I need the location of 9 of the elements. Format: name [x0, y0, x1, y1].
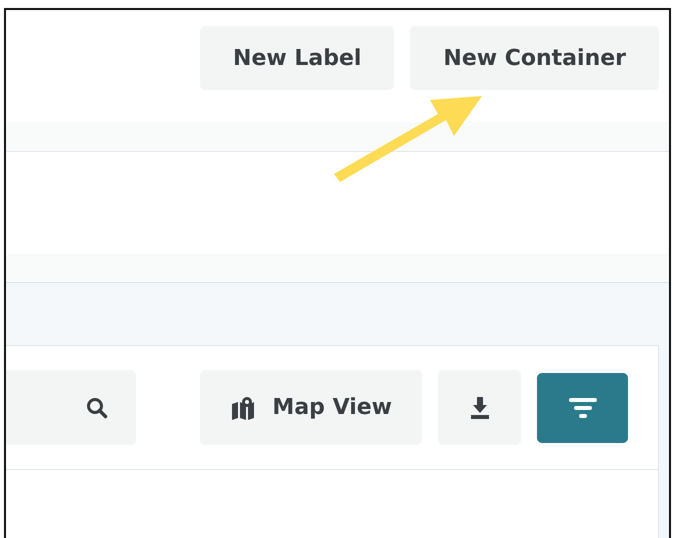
- map-view-button[interactable]: Map View: [200, 370, 422, 445]
- download-button[interactable]: [438, 370, 521, 445]
- download-icon: [470, 396, 490, 418]
- header-button[interactable]: New Label: [200, 26, 394, 90]
- filter-icon: [568, 396, 596, 418]
- search-field[interactable]: [6, 370, 136, 445]
- filter-button[interactable]: [537, 372, 628, 442]
- search-icon: [86, 396, 108, 418]
- header-button[interactable]: New Container: [410, 26, 659, 90]
